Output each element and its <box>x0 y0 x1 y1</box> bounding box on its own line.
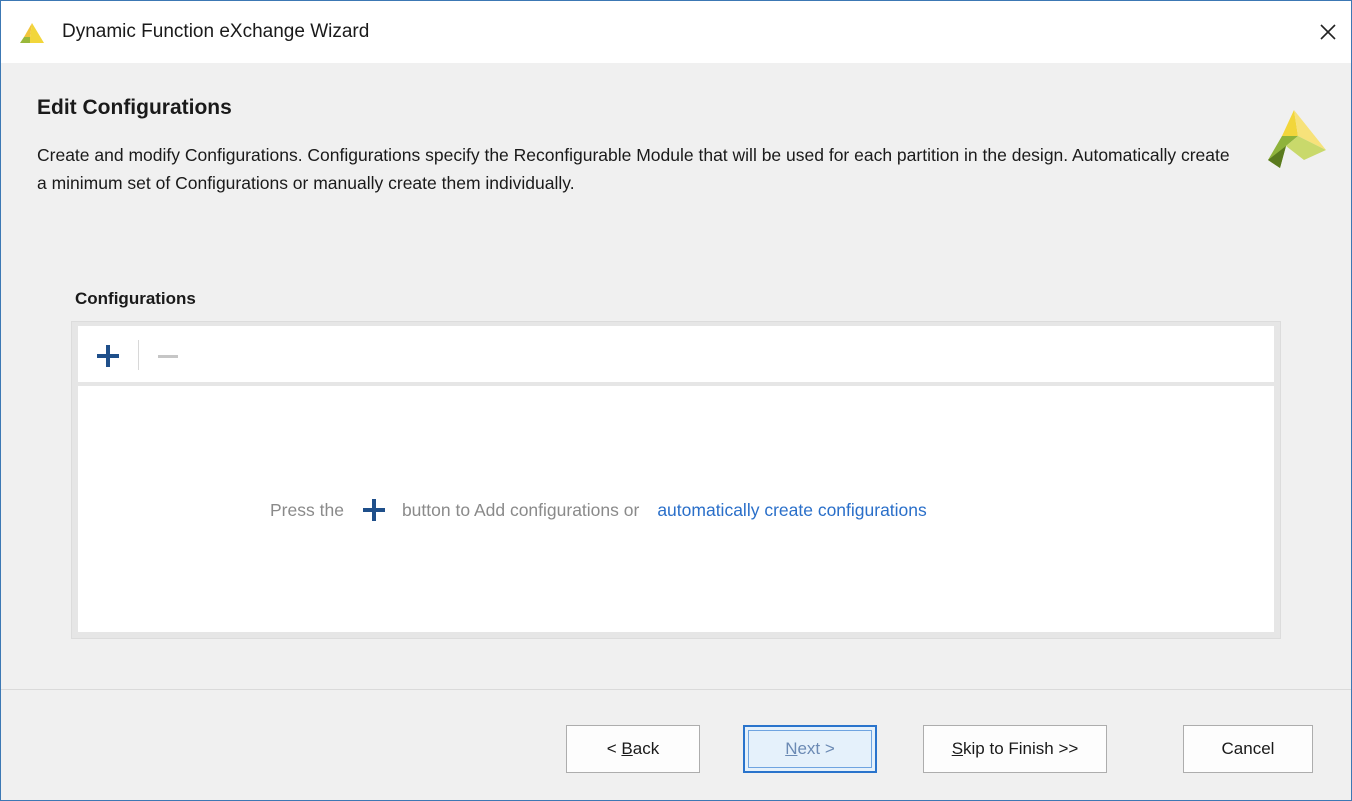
window-title: Dynamic Function eXchange Wizard <box>62 21 370 42</box>
wizard-window: Dynamic Function eXchange Wizard Edit Co… <box>0 0 1352 801</box>
empty-message-pre: Press the <box>270 499 344 520</box>
footer-divider <box>1 689 1351 690</box>
configurations-label: Configurations <box>75 289 196 308</box>
empty-message-post: button to Add configurations or <box>401 499 640 520</box>
wizard-body: Edit Configurations Create and modify Co… <box>1 63 1351 800</box>
configurations-list: Press the button to Add configurations o… <box>78 386 1274 632</box>
skip-rest: kip to Finish >> <box>963 739 1079 758</box>
page-description: Create and modify Configurations. Config… <box>37 145 1230 193</box>
configurations-panel: Press the button to Add configurations o… <box>71 321 1281 639</box>
page-title: Edit Configurations <box>37 96 232 119</box>
empty-message: Press the button to Add configurations o… <box>78 496 1274 524</box>
back-button[interactable]: < Back <box>566 725 700 773</box>
back-prefix: < <box>606 739 622 758</box>
add-configuration-button[interactable] <box>92 340 124 372</box>
back-rest: ack <box>632 739 660 758</box>
remove-configuration-button <box>158 355 178 358</box>
cancel-button[interactable]: Cancel <box>1183 725 1313 773</box>
plus-icon <box>362 499 385 521</box>
title-bar: Dynamic Function eXchange Wizard <box>1 1 1351 63</box>
skip-mnemonic: S <box>951 739 964 758</box>
xilinx-logo-icon <box>20 23 44 43</box>
configurations-toolbar <box>78 326 1274 382</box>
close-button[interactable] <box>1305 9 1351 55</box>
toolbar-separator <box>138 340 139 370</box>
close-icon <box>1320 24 1336 40</box>
skip-to-finish-button[interactable]: Skip to Finish >> <box>923 725 1107 773</box>
next-button[interactable]: Next > <box>743 725 877 773</box>
back-mnemonic: B <box>621 739 633 758</box>
xilinx-brand-icon <box>1268 110 1326 168</box>
auto-create-configurations-link[interactable]: automatically create configurations <box>657 500 926 521</box>
focus-ring <box>748 730 872 768</box>
